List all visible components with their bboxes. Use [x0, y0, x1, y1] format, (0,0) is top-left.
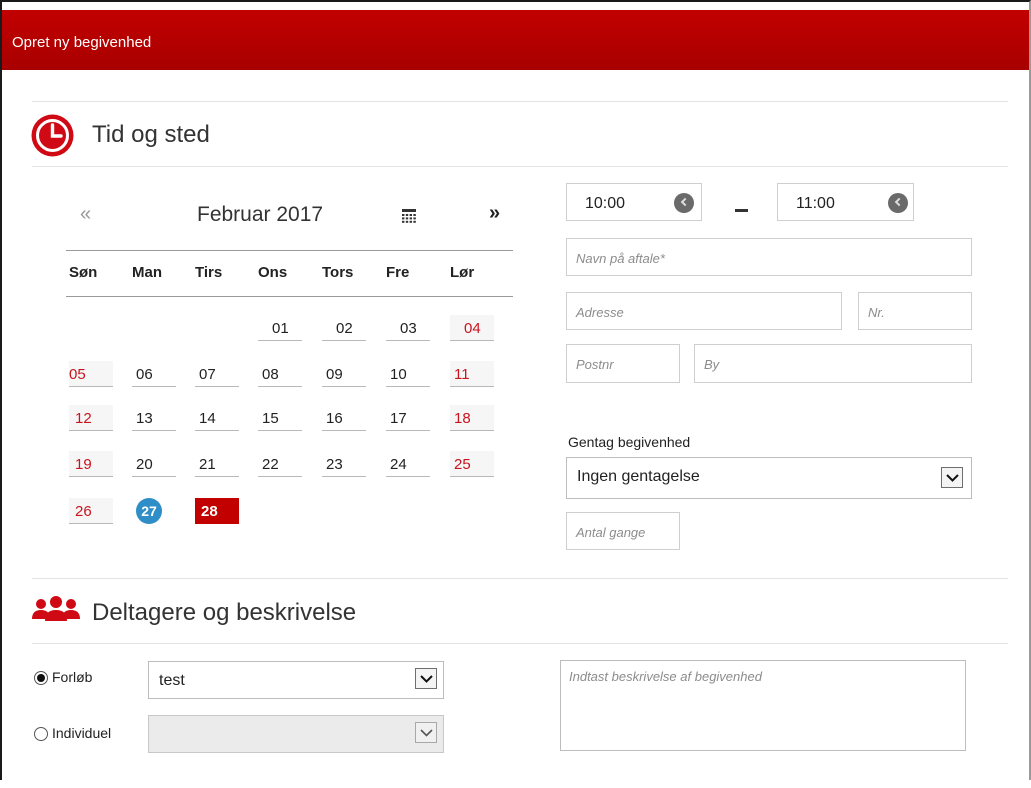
- address-field[interactable]: Adresse: [566, 292, 842, 330]
- individual-radio[interactable]: [34, 727, 48, 741]
- start-time-field[interactable]: 10:00: [566, 183, 702, 221]
- calendar-grid-icon[interactable]: [402, 209, 416, 223]
- people-icon: [32, 596, 80, 621]
- calendar-rule: [66, 296, 513, 297]
- description-textarea[interactable]: [560, 660, 966, 751]
- individual-select: [148, 715, 444, 753]
- individual-radio-label[interactable]: Individuel: [52, 725, 111, 741]
- repeat-count-placeholder: Antal gange: [576, 525, 646, 540]
- calendar-day-weekend[interactable]: 04: [450, 315, 494, 341]
- calendar-day[interactable]: 09: [322, 361, 366, 387]
- calendar-day-weekend[interactable]: 11: [450, 361, 494, 387]
- section-divider: [32, 643, 1008, 644]
- appointment-name-placeholder: Navn på aftale*: [576, 251, 665, 266]
- chevron-down-icon[interactable]: [415, 668, 437, 689]
- calendar-day-weekend[interactable]: 19: [69, 451, 113, 477]
- calendar-day[interactable]: 20: [132, 451, 176, 477]
- calendar-day[interactable]: 16: [322, 405, 366, 431]
- calendar-day-weekend[interactable]: 25: [450, 451, 494, 477]
- calendar-prev-button[interactable]: «: [80, 203, 91, 226]
- house-number-placeholder: Nr.: [868, 305, 885, 320]
- event-dialog: Opret ny begivenhed Tid og sted « Februa…: [0, 0, 1031, 780]
- calendar-day[interactable]: 14: [195, 405, 239, 431]
- course-select[interactable]: test: [148, 661, 444, 699]
- time-picker-icon[interactable]: [674, 193, 694, 213]
- address-placeholder: Adresse: [576, 305, 624, 320]
- dialog-header: Opret ny begivenhed: [2, 10, 1029, 70]
- section-title-time-place: Tid og sted: [92, 121, 210, 148]
- time-separator-dash: [735, 209, 748, 212]
- calendar-day-weekend[interactable]: 26: [69, 498, 113, 524]
- calendar-day-weekend[interactable]: 05: [69, 361, 113, 387]
- repeat-selected-value: Ingen gentagelse: [577, 468, 700, 485]
- calendar-day[interactable]: 17: [386, 405, 430, 431]
- chevron-down-icon: [415, 722, 437, 743]
- start-time-value: 10:00: [585, 195, 626, 212]
- calendar-day[interactable]: 10: [386, 361, 430, 387]
- calendar-month-label[interactable]: Februar 2017: [197, 203, 323, 227]
- postal-code-field[interactable]: Postnr: [566, 344, 680, 383]
- weekday-wed: Ons: [258, 264, 288, 281]
- section-divider: [32, 578, 1008, 579]
- appointment-name-field[interactable]: Navn på aftale*: [566, 238, 972, 276]
- calendar-day[interactable]: 08: [258, 361, 302, 387]
- today-marker: 27: [136, 498, 162, 524]
- calendar-day[interactable]: 24: [386, 451, 430, 477]
- time-picker-icon[interactable]: [888, 193, 908, 213]
- calendar-day-weekend[interactable]: 12: [69, 405, 113, 431]
- repeat-label: Gentag begivenhed: [568, 434, 691, 450]
- calendar-next-button[interactable]: »: [489, 202, 500, 225]
- calendar-day-today[interactable]: 27: [136, 498, 162, 524]
- section-divider: [32, 101, 1008, 102]
- weekday-fri: Fre: [386, 264, 410, 281]
- course-radio[interactable]: [34, 671, 48, 685]
- repeat-select[interactable]: Ingen gentagelse: [566, 457, 972, 499]
- repeat-count-field[interactable]: Antal gange: [566, 512, 680, 550]
- calendar-rule: [66, 250, 513, 251]
- end-time-value: 11:00: [796, 195, 835, 212]
- calendar-day[interactable]: 01: [258, 315, 302, 341]
- end-time-field[interactable]: 11:00: [777, 183, 914, 221]
- weekday-sat: Lør: [450, 264, 475, 281]
- calendar-day[interactable]: 21: [195, 451, 239, 477]
- weekday-tue: Tirs: [195, 264, 223, 281]
- city-field[interactable]: By: [694, 344, 972, 383]
- course-selected-value: test: [159, 672, 185, 689]
- section-title-participants: Deltagere og beskrivelse: [92, 599, 357, 626]
- house-number-field[interactable]: Nr.: [858, 292, 972, 330]
- calendar-day[interactable]: 03: [386, 315, 430, 341]
- clock-icon: [31, 114, 74, 157]
- city-placeholder: By: [704, 357, 720, 372]
- weekday-thu: Tors: [322, 264, 354, 281]
- calendar-day[interactable]: 15: [258, 405, 302, 431]
- postal-code-placeholder: Postnr: [576, 357, 614, 372]
- weekday-mon: Man: [132, 264, 162, 281]
- calendar-day-weekend[interactable]: 18: [450, 405, 494, 431]
- calendar-day[interactable]: 07: [195, 361, 239, 387]
- section-divider: [32, 166, 1008, 167]
- calendar-day[interactable]: 23: [322, 451, 366, 477]
- dialog-title: Opret ny begivenhed: [12, 34, 152, 51]
- calendar-day[interactable]: 02: [322, 315, 366, 341]
- chevron-down-icon[interactable]: [941, 467, 963, 488]
- calendar-day[interactable]: 13: [132, 405, 176, 431]
- calendar-day[interactable]: 22: [258, 451, 302, 477]
- course-radio-label[interactable]: Forløb: [52, 669, 92, 685]
- weekday-sun: Søn: [69, 264, 98, 281]
- calendar-day[interactable]: 06: [132, 361, 176, 387]
- calendar-day-selected[interactable]: 28: [195, 498, 239, 524]
